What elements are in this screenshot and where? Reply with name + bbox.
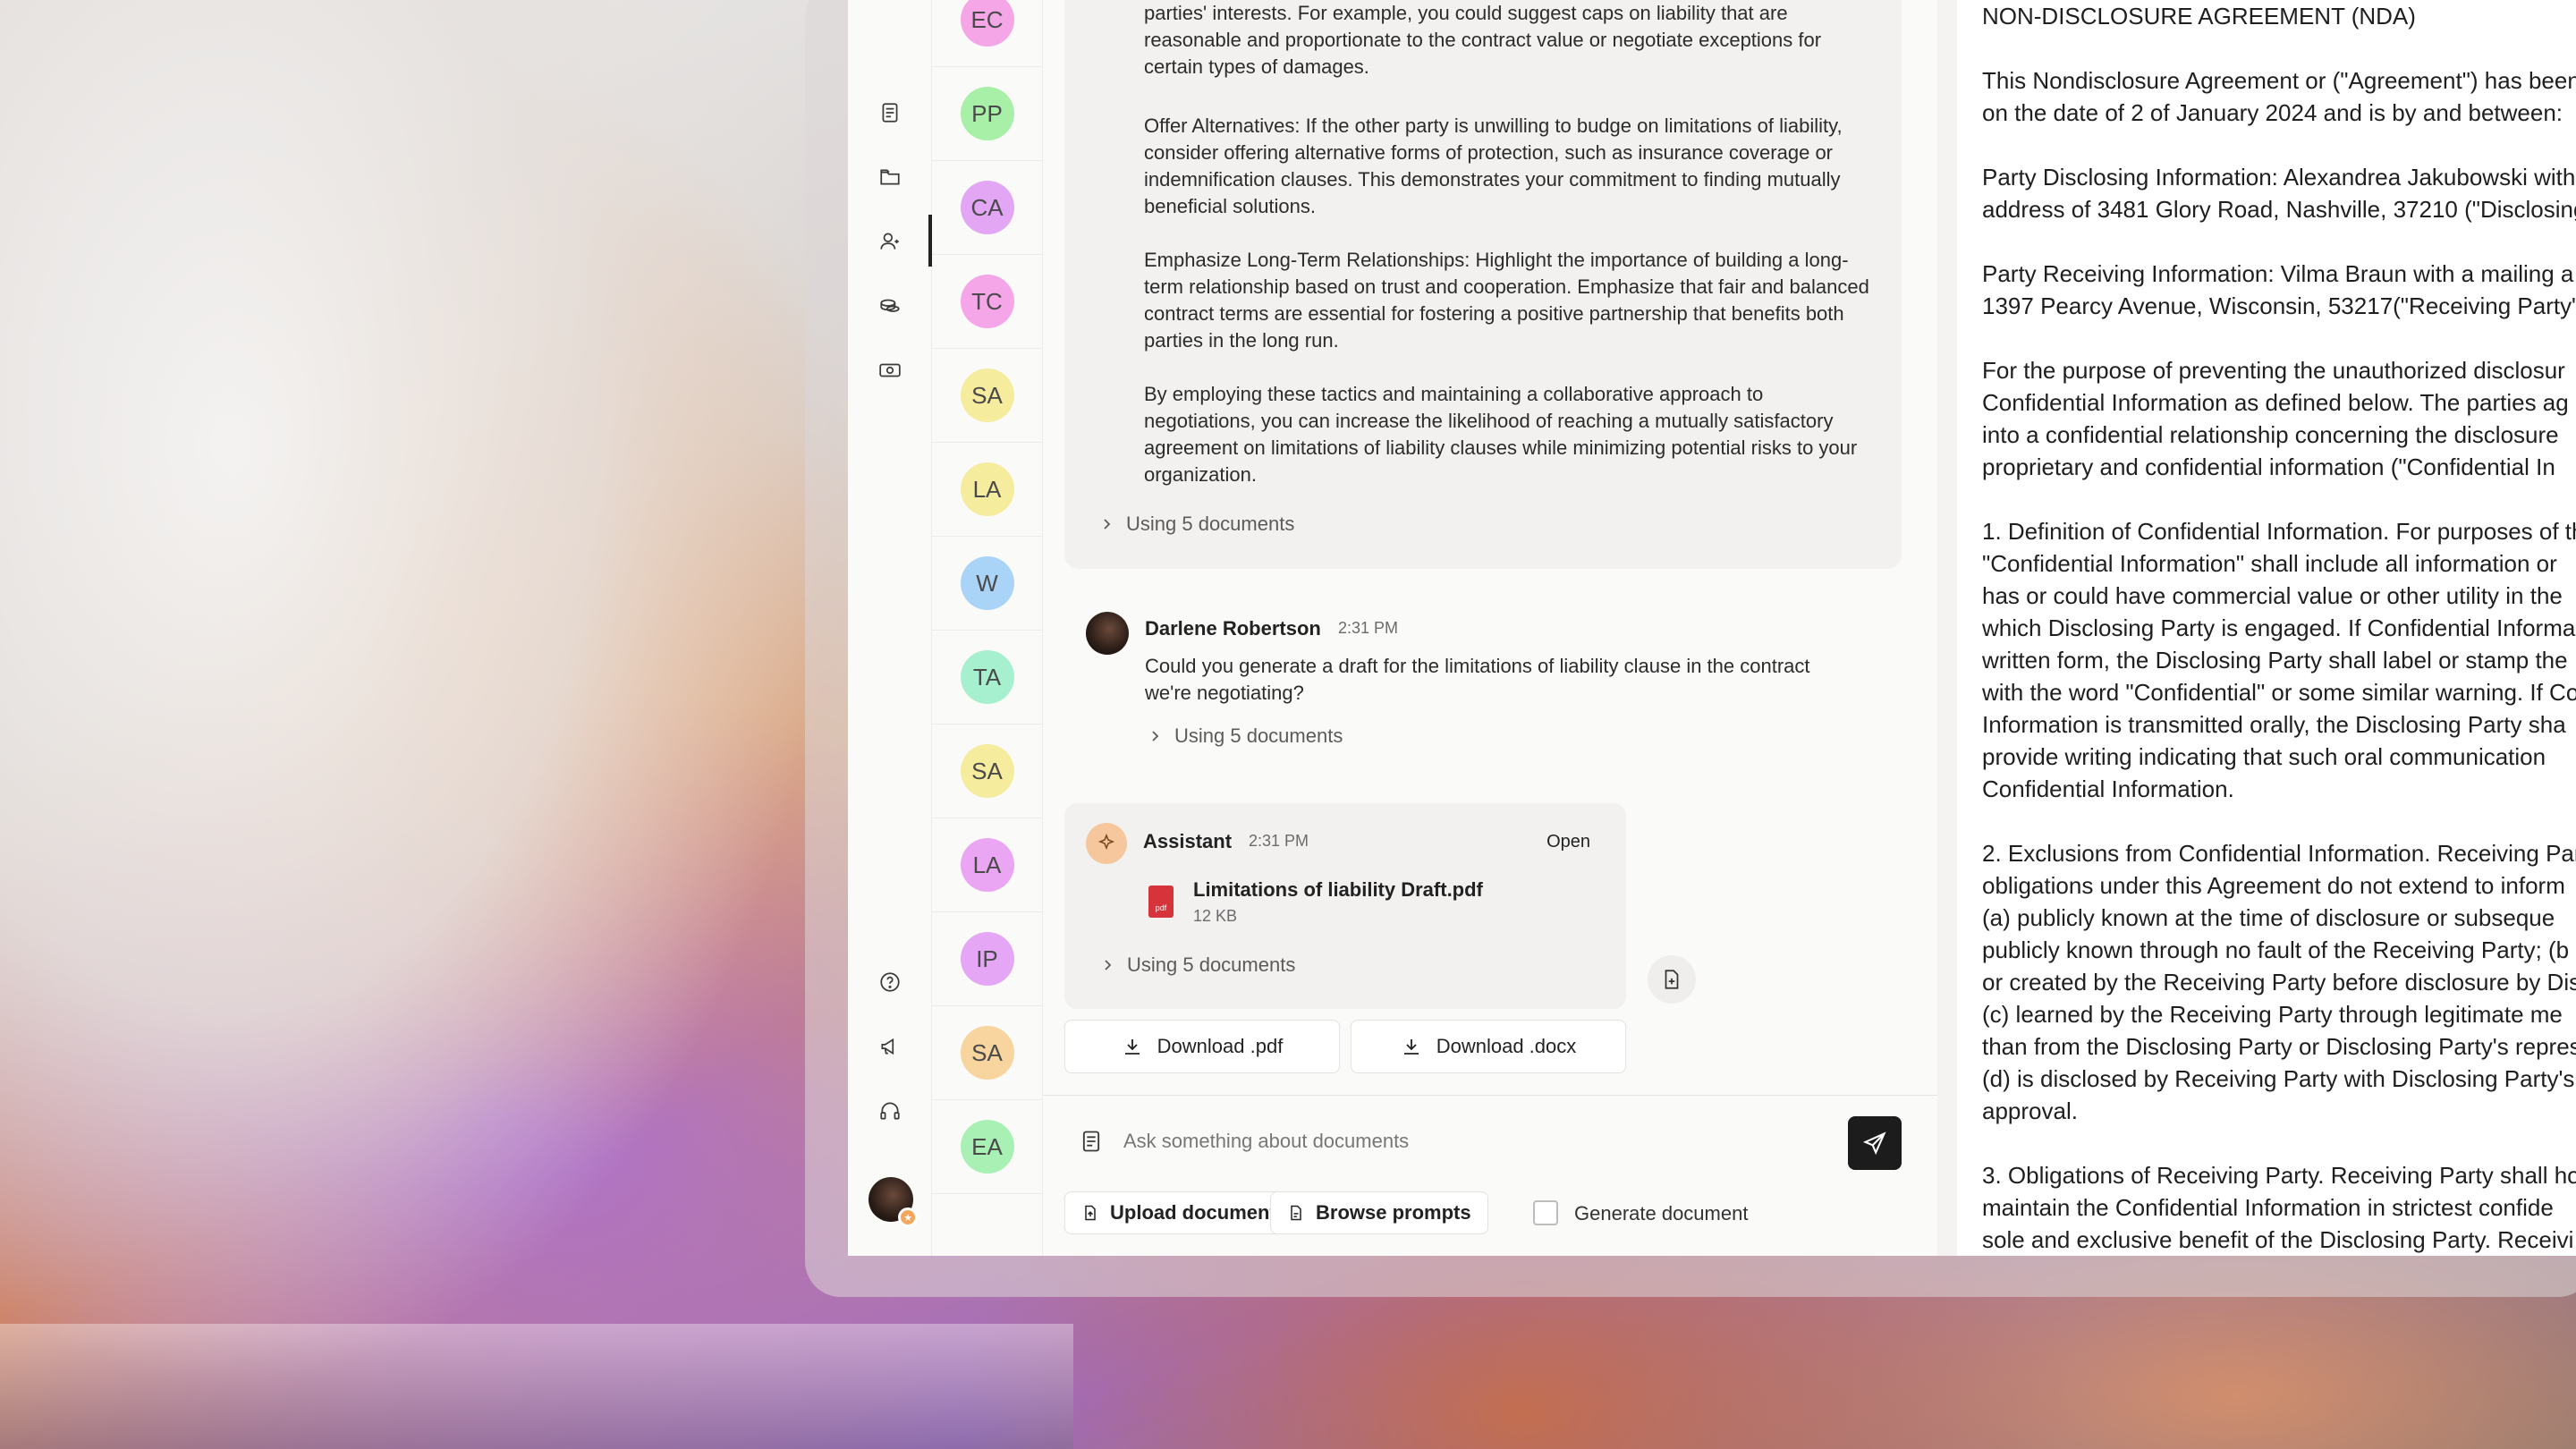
using-documents-label: Using 5 documents — [1127, 953, 1296, 976]
megaphone-icon[interactable] — [869, 1025, 911, 1068]
using-documents-label: Using 5 documents — [1126, 513, 1295, 535]
contact-item[interactable]: EC — [932, 0, 1042, 67]
download-icon — [1403, 1039, 1419, 1055]
contact-item[interactable]: EA — [932, 1100, 1042, 1194]
cash-icon[interactable] — [869, 349, 911, 392]
using-documents-label: Using 5 documents — [1174, 724, 1343, 747]
contact-item[interactable]: TA — [932, 631, 1042, 724]
generate-document-label[interactable]: Generate document — [1574, 1202, 1748, 1225]
contact-avatar: SA — [960, 369, 1014, 422]
file-upload-icon — [1085, 1205, 1096, 1221]
chevron-right-icon — [1105, 960, 1112, 970]
contact-avatar: TC — [960, 275, 1014, 328]
contact-item[interactable]: SA — [932, 349, 1042, 443]
wallpaper-stripe — [0, 1324, 1073, 1449]
coins-icon[interactable] — [869, 284, 911, 327]
response-paragraph: Offer Alternatives: If the other party i… — [1144, 114, 1843, 217]
document-attach-icon — [1082, 1131, 1100, 1152]
document-paragraph: Party Receiving Information: Vilma Braun… — [1982, 260, 2576, 319]
ask-input[interactable] — [1123, 1123, 1803, 1159]
download-icon — [1124, 1039, 1140, 1055]
headset-icon[interactable] — [869, 1089, 911, 1132]
contact-avatar: TA — [960, 650, 1014, 704]
contact-item[interactable]: SA — [932, 1006, 1042, 1100]
contact-item[interactable]: CA — [932, 161, 1042, 255]
contact-avatar: IP — [960, 932, 1014, 986]
app-window: ★ EC PP CA TC SA LA W TA SA LA IP SA EA parties' int… — [848, 0, 2576, 1256]
chevron-right-icon — [1104, 519, 1111, 530]
contact-avatar: CA — [960, 181, 1014, 234]
folder-icon[interactable] — [869, 156, 911, 199]
document-body: NON-DISCLOSURE AGREEMENT (NDA) This Nond… — [1982, 0, 2576, 1256]
file-name[interactable]: Limitations of liability Draft.pdf — [1193, 878, 1483, 902]
composer-divider — [1043, 1095, 1937, 1096]
prompts-icon — [1291, 1205, 1301, 1221]
document-title: NON-DISCLOSURE AGREEMENT (NDA) — [1982, 3, 2416, 30]
message-text: Could you generate a draft for the limit… — [1145, 655, 1810, 704]
add-file-button[interactable] — [1648, 955, 1696, 1004]
contact-avatar: SA — [960, 744, 1014, 798]
contact-avatar: PP — [960, 87, 1014, 140]
contact-item[interactable]: W — [932, 537, 1042, 631]
document-paragraph: This Nondisclosure Agreement or ("Agreem… — [1982, 67, 2576, 126]
icon-rail: ★ — [848, 0, 932, 1256]
download-docx-button[interactable]: Download .docx — [1351, 1020, 1626, 1073]
message-author: Assistant — [1143, 830, 1233, 852]
document-paragraph: For the purpose of preventing the unauth… — [1982, 357, 2569, 480]
response-paragraph: Emphasize Long-Term Relationships: Highl… — [1144, 249, 1869, 352]
generate-document-checkbox[interactable] — [1533, 1200, 1558, 1225]
contact-item[interactable]: SA — [932, 724, 1042, 818]
user-add-icon[interactable] — [869, 220, 911, 263]
document-paragraph: 2. Exclusions from Confidential Informat… — [1982, 840, 2576, 1124]
pdf-file-icon: pdf — [1148, 886, 1174, 918]
using-documents-toggle[interactable]: Using 5 documents — [1099, 513, 1294, 536]
file-size: 12 KB — [1193, 907, 1238, 925]
contact-item[interactable]: TC — [932, 255, 1042, 349]
browse-prompts-button[interactable]: Browse prompts — [1270, 1191, 1488, 1234]
response-paragraph: parties' interests. For example, you cou… — [1144, 2, 1822, 78]
chevron-right-icon — [1152, 731, 1159, 741]
document-viewer: NON-DISCLOSURE AGREEMENT (NDA) This Nond… — [1937, 0, 2576, 1256]
contact-avatar: SA — [960, 1026, 1014, 1080]
using-documents-toggle[interactable]: Using 5 documents — [1148, 724, 1343, 748]
chat-panel: parties' interests. For example, you cou… — [1043, 0, 1937, 1256]
contact-avatar: W — [960, 556, 1014, 610]
contact-item[interactable]: LA — [932, 818, 1042, 912]
document-paragraph: 3. Obligations of Receiving Party. Recei… — [1982, 1162, 2576, 1253]
contact-avatar: LA — [960, 462, 1014, 516]
open-link[interactable]: Open — [1546, 832, 1590, 852]
contact-item[interactable]: LA — [932, 443, 1042, 537]
using-documents-toggle[interactable]: Using 5 documents — [1100, 953, 1295, 977]
sparkle-icon — [1086, 823, 1127, 864]
star-badge-icon: ★ — [898, 1208, 918, 1227]
contact-avatar: EA — [960, 1120, 1014, 1174]
message-time: 2:31 PM — [1338, 619, 1399, 637]
user-message-avatar — [1086, 612, 1129, 655]
documents-icon[interactable] — [869, 91, 911, 134]
contact-avatar: LA — [960, 838, 1014, 892]
contacts-list: EC PP CA TC SA LA W TA SA LA IP SA EA — [932, 0, 1043, 1256]
download-pdf-button[interactable]: Download .pdf — [1064, 1020, 1340, 1073]
browse-prompts-label: Browse prompts — [1316, 1201, 1471, 1224]
help-icon[interactable] — [869, 961, 911, 1004]
upload-document-label: Upload document — [1110, 1201, 1276, 1224]
message-author: Darlene Robertson — [1145, 617, 1321, 640]
contact-item[interactable]: PP — [932, 67, 1042, 161]
send-button[interactable] — [1848, 1116, 1902, 1170]
upload-document-button[interactable]: Upload document — [1064, 1191, 1293, 1234]
document-paragraph: 1. Definition of Confidential Informatio… — [1982, 518, 2576, 802]
download-pdf-label: Download .pdf — [1157, 1035, 1284, 1057]
contact-avatar: EC — [960, 0, 1014, 47]
message-time: 2:31 PM — [1249, 832, 1309, 850]
send-icon — [1862, 1131, 1886, 1156]
file-plus-icon — [1665, 970, 1679, 989]
assistant-file-card: Assistant 2:31 PM Open pdf Limitations o… — [1064, 803, 1626, 1009]
response-paragraph: By employing these tactics and maintaini… — [1144, 383, 1858, 486]
download-docx-label: Download .docx — [1436, 1035, 1577, 1057]
document-paragraph: Party Disclosing Information: Alexandrea… — [1982, 164, 2576, 223]
contact-item[interactable]: IP — [932, 912, 1042, 1006]
